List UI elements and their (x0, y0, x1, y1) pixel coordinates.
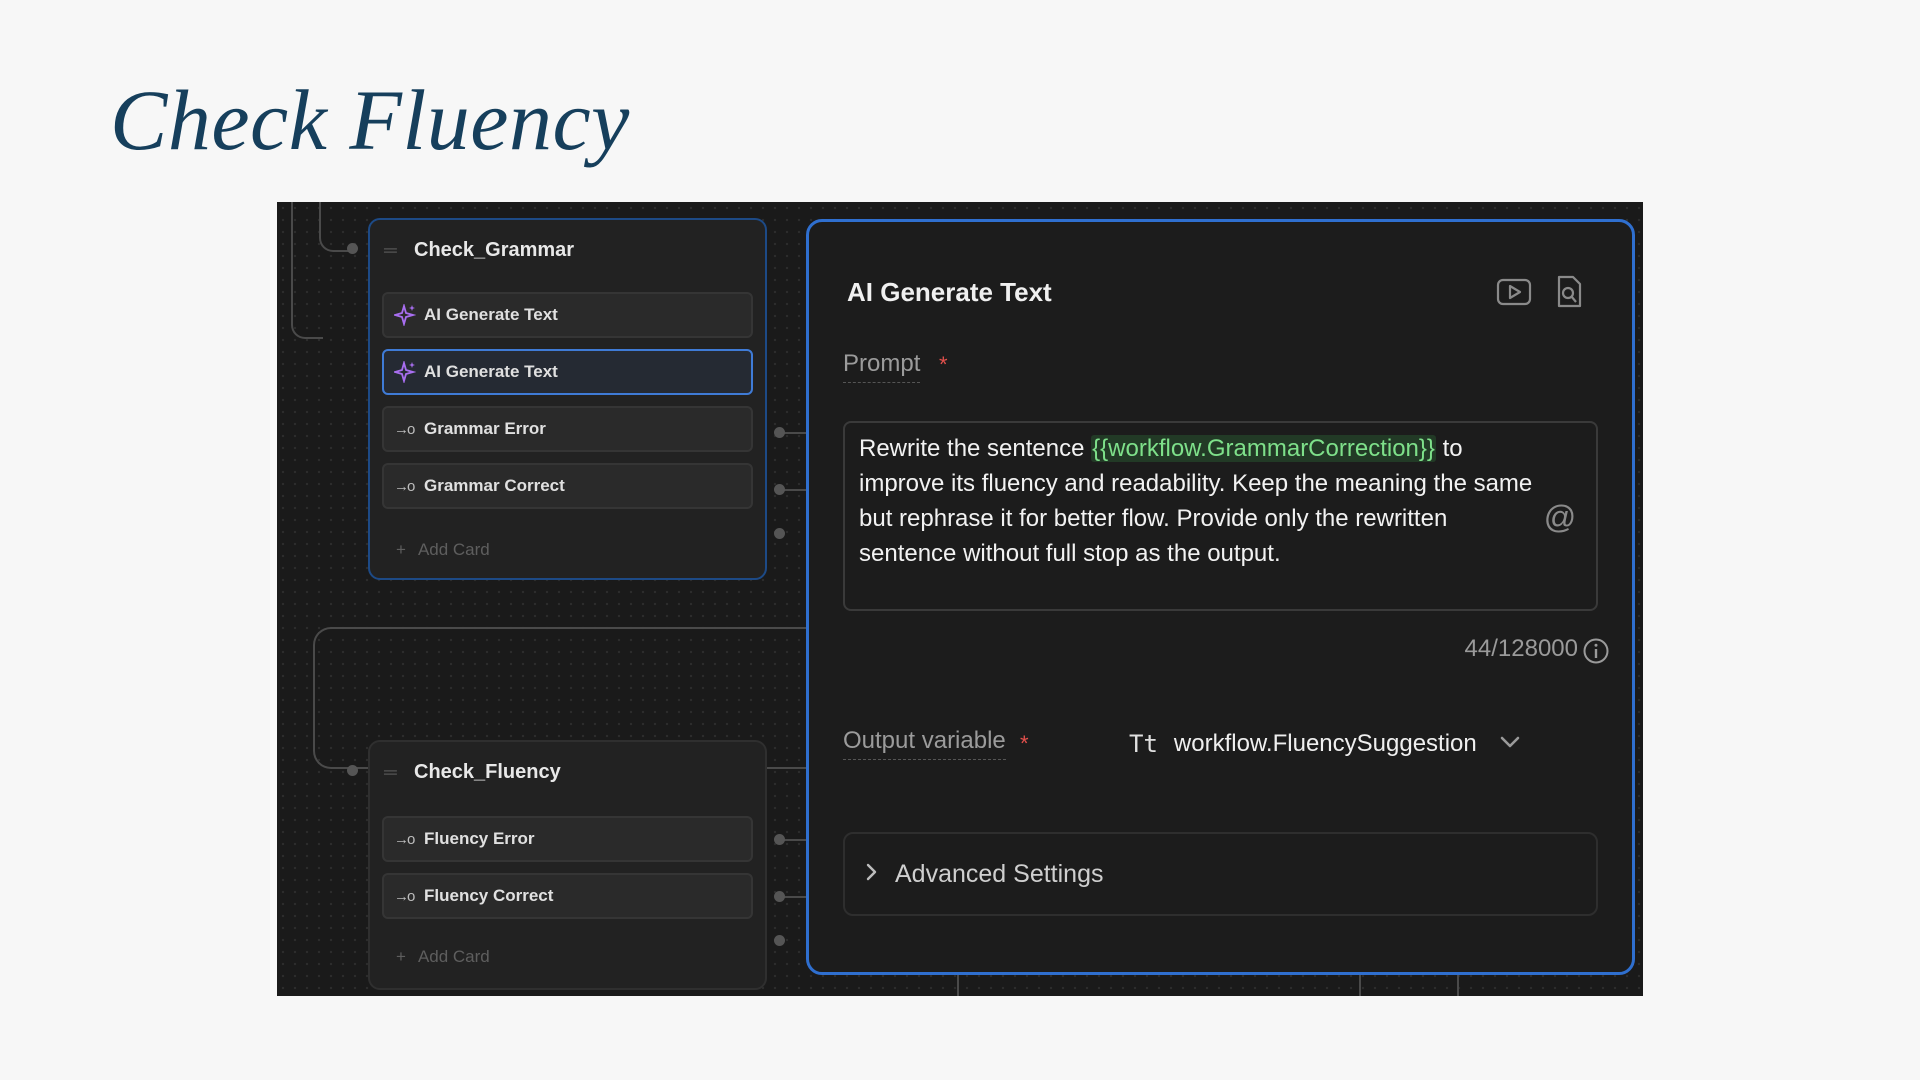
chevron-right-icon (865, 862, 879, 887)
add-card-button[interactable]: + Add Card (396, 942, 490, 972)
output-variable-select[interactable]: Tt workflow.FluencySuggestion (1129, 724, 1521, 764)
output-variable-value: workflow.FluencySuggestion (1173, 730, 1477, 757)
mention-at-icon[interactable]: @ (1542, 499, 1578, 535)
required-marker: * (939, 352, 948, 377)
card-fluency-error[interactable]: →o Fluency Error (382, 816, 753, 862)
drag-handle-icon[interactable]: ═ (384, 240, 406, 261)
node-header[interactable]: ═ Check_Fluency (370, 742, 765, 802)
card-grammar-correct[interactable]: →o Grammar Correct (382, 463, 753, 509)
chevron-down-icon[interactable] (1499, 735, 1521, 754)
plus-icon: + (396, 947, 406, 966)
connection-port[interactable] (774, 935, 785, 946)
advanced-settings-label: Advanced Settings (895, 859, 1104, 888)
connection-port[interactable] (774, 834, 785, 845)
card-grammar-error[interactable]: →o Grammar Error (382, 406, 753, 452)
connection-port[interactable] (774, 528, 785, 539)
output-variable-label: Output variable (843, 727, 1006, 760)
document-search-icon[interactable] (1549, 272, 1589, 312)
add-card-button[interactable]: + Add Card (396, 535, 490, 565)
card-ai-generate-text-selected[interactable]: AI Generate Text (382, 349, 753, 395)
workflow-canvas[interactable]: ═ Check_Grammar AI Generate Text AI Gene… (277, 202, 1643, 996)
connection-wire (1457, 972, 1459, 996)
info-icon[interactable] (1582, 637, 1610, 670)
card-settings-panel: AI Generate Text Prompt * Rewrite the se… (806, 219, 1635, 975)
add-card-label: Add Card (417, 947, 490, 966)
sparkle-icon (394, 304, 420, 326)
prompt-text: Rewrite the sentence {{workflow.GrammarC… (859, 431, 1536, 571)
card-label: AI Generate Text (424, 362, 558, 381)
branch-arrow-icon: →o (394, 887, 415, 905)
node-title: Check_Fluency (414, 760, 561, 783)
add-card-label: Add Card (417, 540, 490, 559)
drag-handle-icon[interactable]: ═ (384, 762, 406, 783)
branch-arrow-icon: →o (394, 477, 415, 495)
node-header[interactable]: ═ Check_Grammar (370, 220, 765, 280)
card-label: Grammar Correct (424, 476, 565, 495)
workflow-variable-chip[interactable]: {{workflow.GrammarCorrection}} (1091, 435, 1436, 462)
advanced-settings-toggle[interactable]: Advanced Settings (843, 832, 1598, 916)
connection-port[interactable] (347, 765, 358, 776)
prompt-textarea[interactable]: Rewrite the sentence {{workflow.GrammarC… (843, 421, 1598, 611)
node-check-fluency[interactable]: ═ Check_Fluency →o Fluency Error →o Flue… (368, 740, 767, 990)
connection-port[interactable] (774, 891, 785, 902)
card-fluency-correct[interactable]: →o Fluency Correct (382, 873, 753, 919)
connection-port[interactable] (347, 243, 358, 254)
sparkle-icon (394, 361, 420, 383)
card-label: Fluency Error (424, 829, 535, 848)
slide-title: Check Fluency (110, 72, 630, 168)
plus-icon: + (396, 540, 406, 559)
card-label: AI Generate Text (424, 305, 558, 324)
node-check-grammar[interactable]: ═ Check_Grammar AI Generate Text AI Gene… (368, 218, 767, 580)
prompt-label: Prompt (843, 350, 921, 383)
text-type-icon: Tt (1129, 730, 1158, 758)
card-ai-generate-text[interactable]: AI Generate Text (382, 292, 753, 338)
branch-arrow-icon: →o (394, 830, 415, 848)
node-title: Check_Grammar (414, 238, 575, 261)
connection-port[interactable] (774, 484, 785, 495)
card-label: Fluency Correct (424, 886, 554, 905)
video-play-icon[interactable] (1494, 272, 1534, 312)
panel-title: AI Generate Text (847, 277, 1052, 307)
connection-wire (957, 972, 1361, 996)
character-counter: 44/128000 (1464, 635, 1578, 662)
card-label: Grammar Error (424, 419, 546, 438)
branch-arrow-icon: →o (394, 420, 415, 438)
connection-port[interactable] (774, 427, 785, 438)
required-marker: * (1020, 731, 1029, 756)
prompt-text-segment: Rewrite the sentence (859, 435, 1092, 462)
